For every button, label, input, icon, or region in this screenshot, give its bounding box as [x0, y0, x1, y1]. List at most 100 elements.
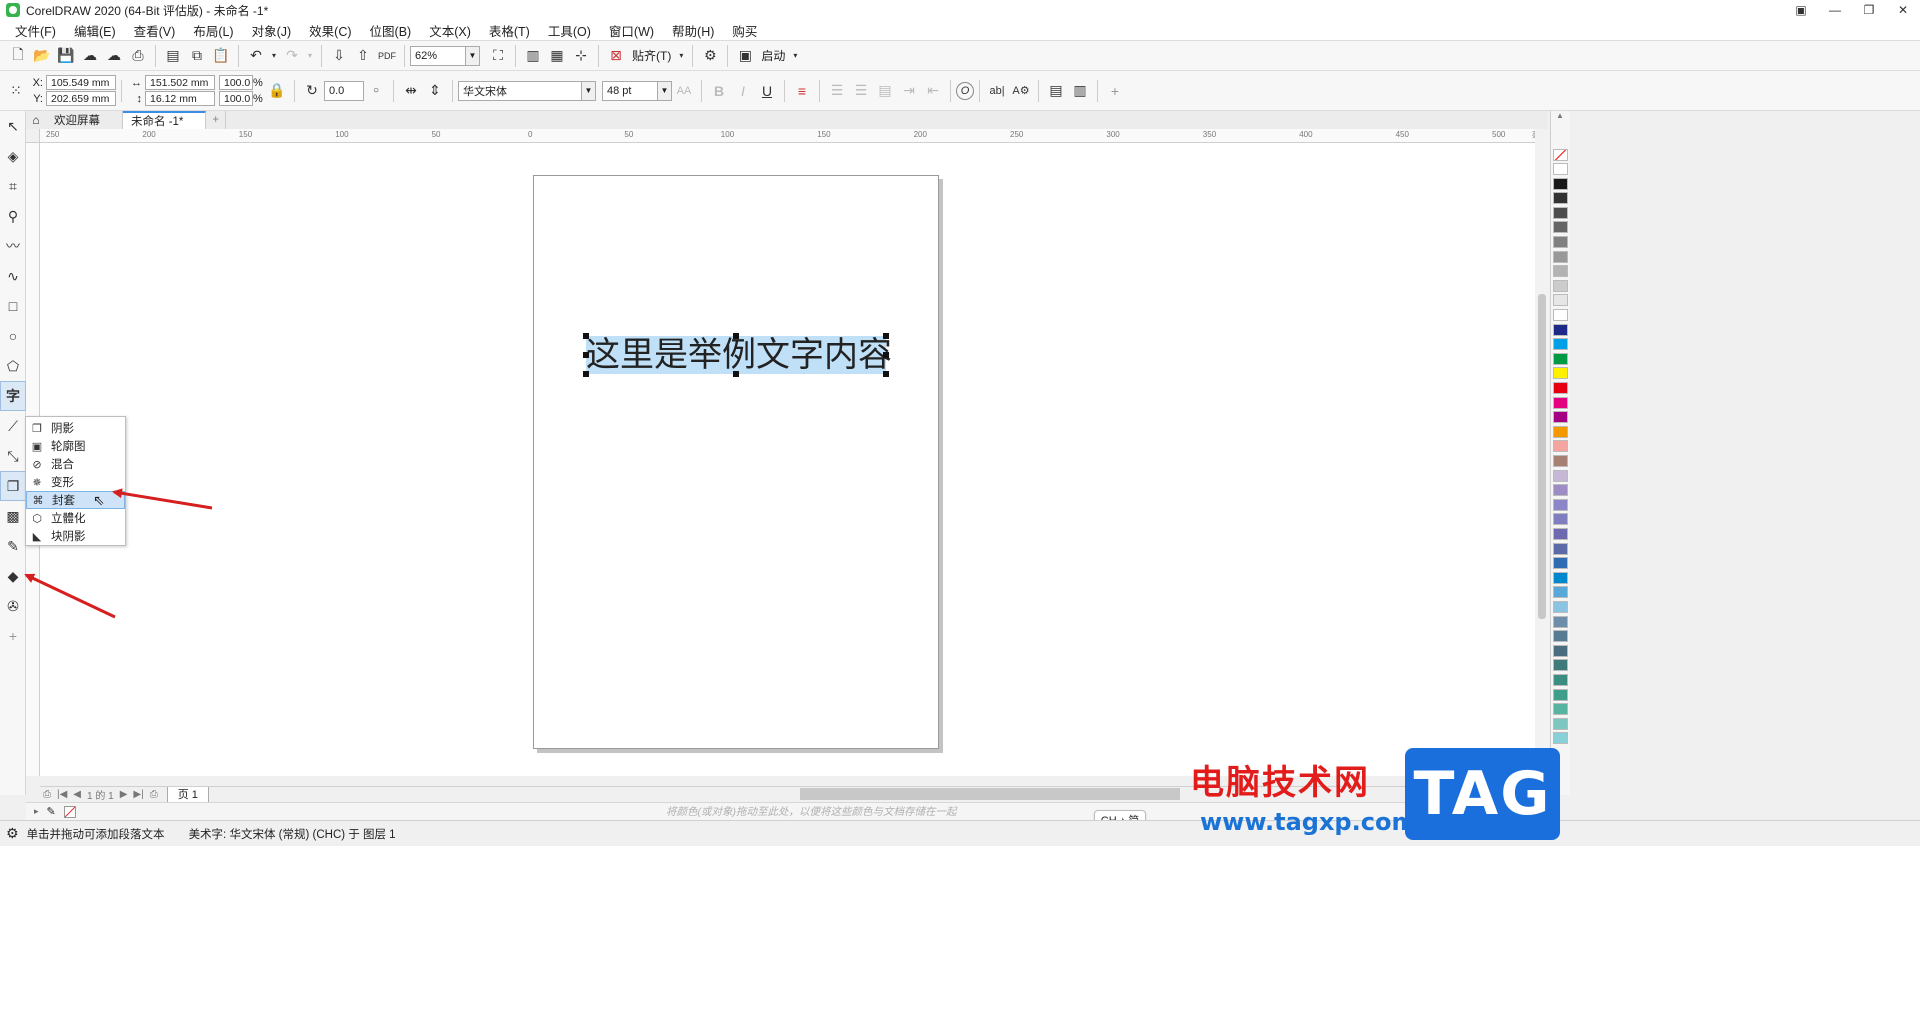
palette-swatch[interactable]	[1553, 542, 1568, 555]
artistic-text-object[interactable]: 这里是举例文字内容	[586, 336, 892, 374]
restore-button[interactable]: ❐	[1852, 0, 1886, 20]
flyout-item-blend[interactable]: ⊘ 混合	[26, 455, 125, 473]
palette-swatch[interactable]	[1553, 732, 1568, 745]
selection-handle-middle-left[interactable]	[583, 352, 589, 358]
palette-swatch[interactable]	[1553, 674, 1568, 686]
tab-welcome-screen[interactable]: 欢迎屏幕	[46, 111, 123, 129]
add-tool-icon[interactable]: +	[0, 621, 26, 651]
text-tool-icon[interactable]: 字	[0, 381, 26, 411]
indent-increase-icon[interactable]: ⇥	[897, 79, 921, 103]
menu-file[interactable]: 文件(F)	[6, 21, 65, 40]
chevron-down-icon[interactable]: ▼	[466, 45, 480, 66]
palette-swatch[interactable]	[1553, 352, 1568, 365]
interactive-fill-tool-icon[interactable]: ◆	[0, 561, 26, 591]
horizontal-text-icon[interactable]: ▤	[1044, 79, 1068, 103]
y-position-input[interactable]: 202.659 mm	[46, 91, 116, 106]
menu-bitmaps[interactable]: 位图(B)	[361, 21, 421, 40]
vertical-scrollbar[interactable]	[1535, 129, 1549, 776]
crop-tool-icon[interactable]: ⌗	[0, 171, 26, 201]
launch-icon[interactable]: ▣	[733, 44, 757, 68]
palette-swatch[interactable]	[1553, 601, 1568, 613]
show-grid-icon[interactable]: ▦	[545, 44, 569, 68]
zoom-level-value[interactable]: 62%	[410, 45, 466, 66]
shape-tool-icon[interactable]: ◈	[0, 141, 26, 171]
palette-swatch[interactable]	[1553, 484, 1568, 497]
menu-effects[interactable]: 效果(C)	[300, 21, 360, 40]
next-page-icon[interactable]: ▶	[117, 789, 131, 800]
launch-dropdown[interactable]: 启动	[757, 47, 789, 64]
print-icon[interactable]: ⎙	[126, 44, 150, 68]
height-input[interactable]: 16.12 mm	[145, 91, 215, 106]
palette-swatch[interactable]	[1553, 469, 1568, 482]
shadow-tool-icon[interactable]: ❐	[0, 471, 26, 501]
palette-swatch[interactable]	[1553, 367, 1568, 380]
menu-view[interactable]: 查看(V)	[125, 21, 185, 40]
indent-decrease-icon[interactable]: ⇤	[921, 79, 945, 103]
snap-to-dropdown[interactable]: 贴齐(T)	[628, 47, 675, 64]
palette-swatch[interactable]	[1553, 440, 1568, 453]
first-page-icon[interactable]: |◀	[54, 789, 70, 800]
palette-swatch[interactable]	[1553, 644, 1568, 657]
rotation-icon[interactable]: ↻	[300, 79, 324, 103]
palette-swatch[interactable]	[1553, 206, 1568, 219]
no-color-swatch[interactable]	[1553, 149, 1568, 161]
flyout-item-distort[interactable]: ✵ 变形	[26, 473, 125, 491]
palette-swatch[interactable]	[1553, 163, 1568, 175]
palette-swatch[interactable]	[1553, 323, 1568, 336]
chevron-down-icon[interactable]: ▼	[582, 80, 596, 101]
cloud-upload-icon[interactable]: ☁	[102, 44, 126, 68]
selection-handle-middle-right[interactable]	[883, 352, 889, 358]
palette-swatch[interactable]	[1553, 265, 1568, 278]
bold-icon[interactable]: B	[707, 79, 731, 103]
redo-icon[interactable]: ↷	[280, 44, 304, 68]
selection-handle-bottom-center[interactable]	[733, 371, 739, 377]
numbered-list-icon[interactable]: ☰	[849, 79, 873, 103]
show-rulers-icon[interactable]: ▥	[521, 44, 545, 68]
palette-swatch[interactable]	[1553, 236, 1568, 248]
object-origin-icon[interactable]: ⁙	[4, 79, 28, 103]
cut-icon[interactable]: ▤	[161, 44, 185, 68]
redo-dropdown-icon[interactable]: ▾	[304, 44, 316, 68]
horizontal-scrollbar-thumb[interactable]	[800, 788, 1180, 800]
palette-swatch[interactable]	[1553, 309, 1568, 321]
palette-swatch[interactable]	[1553, 630, 1568, 643]
font-size-dropdown[interactable]: 48 pt ▼	[602, 80, 672, 101]
undo-dropdown-icon[interactable]: ▾	[268, 44, 280, 68]
palette-swatch[interactable]	[1553, 411, 1568, 424]
vertical-text-icon[interactable]: ▥	[1068, 79, 1092, 103]
menu-edit[interactable]: 编辑(E)	[65, 21, 125, 40]
drop-cap-icon[interactable]: ▤	[873, 79, 897, 103]
palette-swatch[interactable]	[1553, 177, 1568, 190]
home-icon[interactable]: ⌂	[26, 111, 46, 129]
snap-off-icon[interactable]: ⊠	[604, 44, 628, 68]
options-gear-icon[interactable]: ⚙	[698, 44, 722, 68]
menu-table[interactable]: 表格(T)	[480, 21, 539, 40]
palette-swatch[interactable]	[1553, 586, 1568, 599]
undo-icon[interactable]: ↶	[244, 44, 268, 68]
palette-swatch[interactable]	[1553, 571, 1568, 584]
smart-fill-tool-icon[interactable]: ✇	[0, 591, 26, 621]
text-properties-icon[interactable]: ab|	[985, 79, 1009, 103]
font-size-step-icon[interactable]: AA	[672, 79, 696, 103]
rotation-input[interactable]: 0.0	[324, 80, 364, 101]
palette-scroll-up-icon[interactable]: ▲	[1556, 111, 1564, 120]
palette-swatch[interactable]	[1553, 717, 1568, 730]
palette-swatch[interactable]	[1553, 425, 1568, 438]
minimize-button[interactable]: —	[1818, 0, 1852, 20]
bullet-list-icon[interactable]: ☰	[825, 79, 849, 103]
palette-swatch[interactable]	[1553, 396, 1568, 409]
new-tab-icon[interactable]: +	[206, 111, 227, 129]
selection-handle-top-right[interactable]	[883, 333, 889, 339]
palette-swatch[interactable]	[1553, 455, 1568, 467]
palette-swatch[interactable]	[1553, 221, 1568, 234]
palette-swatch[interactable]	[1553, 703, 1568, 716]
full-screen-icon[interactable]: ⛶	[486, 44, 510, 68]
menu-layout[interactable]: 布局(L)	[184, 21, 242, 40]
transparency-tool-icon[interactable]: ▩	[0, 501, 26, 531]
menu-object[interactable]: 对象(J)	[243, 21, 301, 40]
eyedropper-tool-icon[interactable]: ✎	[0, 531, 26, 561]
flyout-item-contour[interactable]: ▣ 轮廓图	[26, 437, 125, 455]
palette-swatch[interactable]	[1553, 615, 1568, 628]
page-tab[interactable]: 页 1	[166, 786, 209, 803]
menu-window[interactable]: 窗口(W)	[600, 21, 663, 40]
